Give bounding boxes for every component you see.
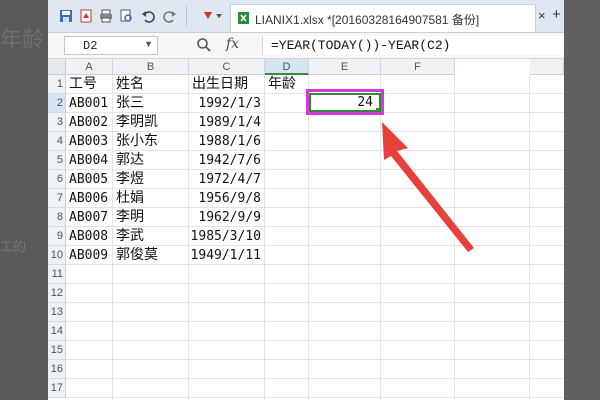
column-header-c[interactable]: C xyxy=(189,59,265,75)
row-header-14[interactable]: 14 xyxy=(48,322,66,341)
undo-icon[interactable] xyxy=(140,8,156,24)
print-preview-icon[interactable] xyxy=(118,8,134,24)
gridline-row xyxy=(66,359,564,360)
cell-birthdate[interactable]: 1942/7/6 xyxy=(189,151,265,170)
cell-birthdate[interactable]: 1985/3/10 xyxy=(189,227,265,246)
redo-icon[interactable] xyxy=(162,8,178,24)
row-header-1[interactable]: 1 xyxy=(48,75,66,94)
cell-name[interactable]: 李煜 xyxy=(113,170,189,189)
column-header-b[interactable]: B xyxy=(113,59,189,75)
toolbar-separator xyxy=(186,6,187,26)
cell-name[interactable]: 郭俊莫 xyxy=(113,246,189,265)
background-right-strip xyxy=(564,0,600,400)
chevron-down-icon[interactable]: ▼ xyxy=(144,39,153,49)
row-header-8[interactable]: 8 xyxy=(48,208,66,227)
column-header-e[interactable]: E xyxy=(309,59,381,75)
row-header-12[interactable]: 12 xyxy=(48,284,66,303)
gridline-row xyxy=(66,340,564,341)
close-tab-icon[interactable]: × xyxy=(538,8,546,23)
cell-birthdate[interactable]: 1988/1/6 xyxy=(189,132,265,151)
header-cell-a[interactable]: 工号 xyxy=(66,75,113,94)
formula-input[interactable]: =YEAR(TODAY())-YEAR(C2) xyxy=(262,36,563,55)
cell-name[interactable]: 杜娟 xyxy=(113,189,189,208)
cell-id[interactable]: AB001 xyxy=(66,94,113,113)
row-header-16[interactable]: 16 xyxy=(48,360,66,379)
gridline-row xyxy=(66,378,564,379)
cell-birthdate[interactable]: 1992/1/3 xyxy=(189,94,265,113)
gridline-row xyxy=(66,321,564,322)
row-header-6[interactable]: 6 xyxy=(48,170,66,189)
search-icon[interactable] xyxy=(196,37,212,58)
highlight-annotation xyxy=(306,89,384,115)
formula-bar: D2 ▼ fx =YEAR(TODAY())-YEAR(C2) xyxy=(48,33,564,59)
cell-birthdate[interactable]: 1989/1/4 xyxy=(189,113,265,132)
header-cell-b[interactable]: 姓名 xyxy=(113,75,189,94)
gridline-row xyxy=(66,397,564,398)
cell-id[interactable]: AB009 xyxy=(66,246,113,265)
cell-name[interactable]: 李明 xyxy=(113,208,189,227)
background-title: 年龄 xyxy=(0,28,45,53)
pdf-icon[interactable] xyxy=(78,8,94,24)
file-tab[interactable]: LIANIX1.xlsx *[20160328164907581 备份] xyxy=(230,4,536,32)
cell-name[interactable]: 郭达 xyxy=(113,151,189,170)
column-header-partial[interactable] xyxy=(530,59,564,75)
cell-birthdate[interactable]: 1962/9/9 xyxy=(189,208,265,227)
row-header-13[interactable]: 13 xyxy=(48,303,66,322)
row-header-9[interactable]: 9 xyxy=(48,227,66,246)
formula-text: =YEAR(TODAY())-YEAR(C2) xyxy=(271,38,451,53)
cell-birthdate[interactable]: 1949/1/11 xyxy=(189,246,265,265)
name-box-value: D2 xyxy=(83,39,98,53)
cell-name[interactable]: 李明凯 xyxy=(113,113,189,132)
cell-id[interactable]: AB002 xyxy=(66,113,113,132)
row-header-11[interactable]: 11 xyxy=(48,265,66,284)
row-header-3[interactable]: 3 xyxy=(48,113,66,132)
print-icon[interactable] xyxy=(98,8,114,24)
cell-birthdate[interactable]: 1972/4/7 xyxy=(189,170,265,189)
spreadsheet-file-icon xyxy=(237,11,250,30)
row-header-15[interactable]: 15 xyxy=(48,341,66,360)
cell-id[interactable]: AB003 xyxy=(66,132,113,151)
row-header-4[interactable]: 4 xyxy=(48,132,66,151)
gridline-row xyxy=(66,283,564,284)
cell-id[interactable]: AB007 xyxy=(66,208,113,227)
row-header-7[interactable]: 7 xyxy=(48,189,66,208)
background-text: 工的 xyxy=(0,240,27,255)
cell-id[interactable]: AB006 xyxy=(66,189,113,208)
fx-label[interactable]: fx xyxy=(226,36,239,52)
column-header-a[interactable]: A xyxy=(66,59,113,75)
toolbar-more-icon[interactable] xyxy=(214,8,224,24)
cell-name[interactable]: 张三 xyxy=(113,94,189,113)
gridline-row xyxy=(66,302,564,303)
column-header-f[interactable]: F xyxy=(381,59,455,75)
cell-id[interactable]: AB005 xyxy=(66,170,113,189)
header-cell-d[interactable]: 年龄 xyxy=(265,75,309,94)
cell-id[interactable]: AB004 xyxy=(66,151,113,170)
cell-birthdate[interactable]: 1956/9/8 xyxy=(189,189,265,208)
quick-access-toolbar: LIANIX1.xlsx *[20160328164907581 备份] × + xyxy=(48,0,564,33)
name-box[interactable]: D2 ▼ xyxy=(64,36,158,55)
save-icon[interactable] xyxy=(58,8,74,24)
cell-name[interactable]: 李武 xyxy=(113,227,189,246)
column-header-d[interactable]: D xyxy=(265,59,309,75)
cell-name[interactable]: 张小东 xyxy=(113,132,189,151)
row-header-10[interactable]: 10 xyxy=(48,246,66,265)
select-all-corner[interactable] xyxy=(48,59,66,75)
gridline-col xyxy=(454,75,455,400)
row-header-2[interactable]: 2 xyxy=(48,94,66,113)
row-header-5[interactable]: 5 xyxy=(48,151,66,170)
spreadsheet-window: LIANIX1.xlsx *[20160328164907581 备份] × +… xyxy=(48,0,564,400)
file-tab-label: LIANIX1.xlsx *[20160328164907581 备份] xyxy=(255,13,480,27)
header-cell-c[interactable]: 出生日期 xyxy=(189,75,265,94)
gridline-col xyxy=(529,75,530,400)
gridline-col xyxy=(380,75,381,400)
row-header-17[interactable]: 17 xyxy=(48,379,66,398)
gridline-col xyxy=(308,75,309,400)
new-tab-icon[interactable]: + xyxy=(552,6,561,23)
cell-id[interactable]: AB008 xyxy=(66,227,113,246)
